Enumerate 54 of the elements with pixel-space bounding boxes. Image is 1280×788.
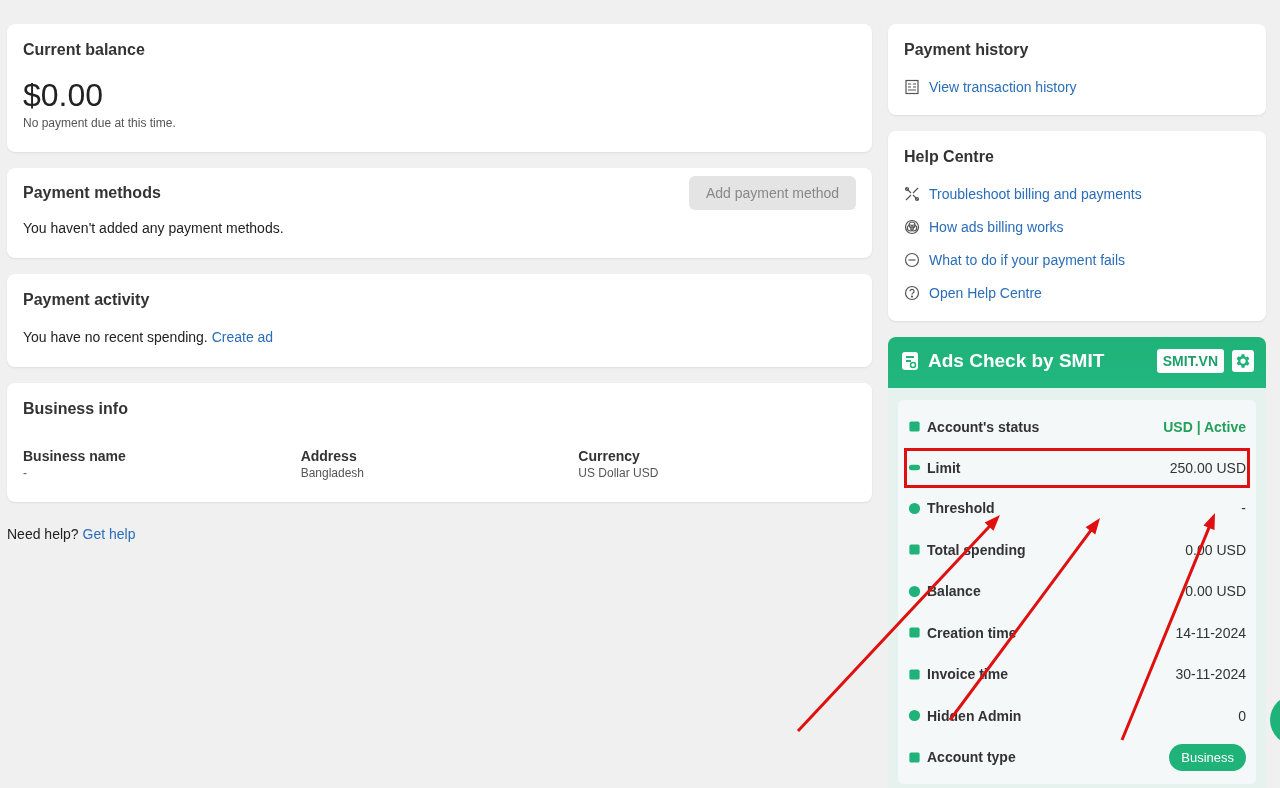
info-icon xyxy=(908,420,921,434)
field-value: US Dollar USD xyxy=(578,466,660,480)
help-link[interactable]: Troubleshoot billing and payments xyxy=(929,186,1142,202)
info-icon xyxy=(908,709,921,723)
row-value: 30-11-2024 xyxy=(1175,666,1246,683)
card-title: Payment methods xyxy=(23,184,161,202)
info-icon xyxy=(908,584,921,598)
tools-icon xyxy=(904,186,920,202)
card-title: Payment activity xyxy=(23,291,151,309)
field-value: - xyxy=(23,466,28,480)
card-title: Business info xyxy=(23,400,129,418)
info-icon xyxy=(908,750,921,764)
empty-message: You haven't added any payment methods. xyxy=(23,220,285,236)
field-label: Business name xyxy=(23,448,127,464)
row-label: Account type xyxy=(927,749,1017,766)
settings-button[interactable] xyxy=(1232,350,1254,372)
row-label: Balance xyxy=(927,583,982,600)
account-type-badge: Business xyxy=(1169,743,1246,771)
row-value: 0 xyxy=(1238,707,1246,724)
field-label: Currency xyxy=(578,448,641,464)
card-title: Current balance xyxy=(23,41,146,59)
balance-note: No payment due at this time. xyxy=(23,116,177,130)
get-help-link[interactable]: Get help xyxy=(82,526,136,542)
info-icon xyxy=(908,667,921,681)
row-value: - xyxy=(1241,500,1246,517)
create-ad-link[interactable]: Create ad xyxy=(211,329,274,345)
info-icon xyxy=(908,543,921,557)
row-label: Account's status xyxy=(927,418,1041,435)
site-button[interactable]: SMIT.VN xyxy=(1156,349,1224,373)
help-icon xyxy=(904,285,920,301)
minus-circle-icon xyxy=(904,252,920,268)
empty-message: You have no recent spending. xyxy=(23,329,208,345)
circles-icon xyxy=(904,219,920,235)
card-title: Payment history xyxy=(904,41,1030,59)
help-text: Need help? xyxy=(7,526,79,542)
field-value: Bangladesh xyxy=(300,466,366,480)
status-value: USD | Active xyxy=(1163,418,1246,435)
info-icon xyxy=(908,501,921,515)
row-value: 0.00 USD xyxy=(1185,583,1246,600)
document-icon xyxy=(904,79,920,95)
balance-amount: $0.00 xyxy=(23,77,105,114)
field-label: Address xyxy=(300,448,358,464)
document-icon xyxy=(900,351,920,371)
help-link[interactable]: How ads billing works xyxy=(929,219,1064,235)
panel-title: Ads Check by SMIT xyxy=(928,350,1106,372)
card-title: Help Centre xyxy=(904,148,995,166)
help-link[interactable]: View transaction history xyxy=(929,79,1077,95)
help-link[interactable]: What to do if your payment fails xyxy=(929,252,1126,268)
row-label: Limit xyxy=(927,459,962,476)
row-value: 250.00 USD xyxy=(1169,459,1246,476)
help-link[interactable]: Open Help Centre xyxy=(929,285,1042,301)
info-icon xyxy=(908,626,921,640)
row-value: 14-11-2024 xyxy=(1175,624,1246,641)
row-label: Threshold xyxy=(927,500,996,517)
